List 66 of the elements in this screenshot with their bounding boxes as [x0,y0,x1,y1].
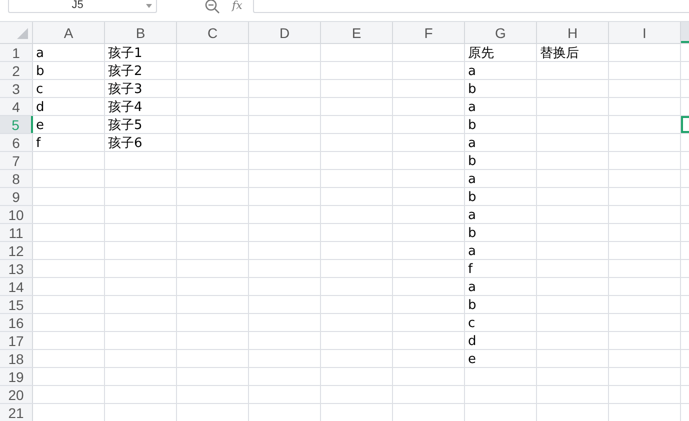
row-header[interactable]: 15 [0,296,33,313]
cell-text: b [468,190,476,205]
cell-text: 孩子6 [108,136,142,151]
cell-text: f [468,262,473,277]
row-header[interactable]: 11 [0,224,33,241]
cell-text: a [468,208,476,223]
cell-text: e [468,352,476,367]
selected-cell[interactable] [681,116,689,133]
cell-text: d [36,100,44,115]
row-header[interactable]: 2 [0,62,33,79]
row-header[interactable]: 17 [0,332,33,349]
cell-text: a [468,136,476,151]
column-header[interactable]: E [321,22,393,43]
row-header[interactable]: 18 [0,350,33,367]
row-header[interactable]: 6 [0,134,33,151]
cell-text: a [36,46,44,61]
cell-text: 原先 [468,46,494,61]
cell-text: d [468,334,476,349]
select-all-icon[interactable] [17,28,28,39]
row-header[interactable]: 20 [0,386,33,403]
cell-text: a [468,64,476,79]
column-header[interactable]: A [33,22,105,43]
row-header[interactable]: 13 [0,260,33,277]
row-header[interactable]: 21 [0,404,33,421]
row-header[interactable]: 19 [0,368,33,385]
column-header[interactable]: G [465,22,537,43]
column-header[interactable] [681,22,689,43]
column-header[interactable]: F [393,22,465,43]
row-header[interactable]: 7 [0,152,33,169]
row-header[interactable]: 14 [0,278,33,295]
cell-text: c [468,316,476,331]
row-header[interactable]: 10 [0,206,33,223]
column-header[interactable]: D [249,22,321,43]
row-header[interactable]: 8 [0,170,33,187]
fx-label: fx [232,0,242,11]
column-header[interactable]: B [105,22,177,43]
cell-text: 替换后 [540,46,579,61]
cell-text: b [468,154,476,169]
cell-text: 孩子2 [108,64,142,79]
cell-text: a [468,280,476,295]
column-header[interactable]: H [537,22,609,43]
cell-text: 孩子4 [108,100,142,115]
row-header[interactable]: 1 [0,44,33,61]
row-header[interactable]: 12 [0,242,33,259]
cell-text: f [36,136,41,151]
cell-text: a [468,172,476,187]
cell-text: b [468,298,476,313]
row-header[interactable]: 4 [0,98,33,115]
cell-text: 孩子1 [108,46,142,61]
column-header[interactable]: C [177,22,249,43]
cell-text: b [468,118,476,133]
row-header[interactable]: 9 [0,188,33,205]
cell-text: c [36,82,44,97]
zoom-icon[interactable] [205,0,220,14]
cell-text: 孩子5 [108,118,142,133]
cell-text: a [468,244,476,259]
cell-text: b [36,64,44,79]
cell-text: 孩子3 [108,82,142,97]
row-header[interactable]: 3 [0,80,33,97]
row-header[interactable]: 16 [0,314,33,331]
cell-text: e [36,118,44,133]
name-box-value: J5 [70,0,84,11]
cell-text: b [468,226,476,241]
cell-text: b [468,82,476,97]
cell-text: a [468,100,476,115]
dropdown-icon[interactable] [146,4,152,8]
